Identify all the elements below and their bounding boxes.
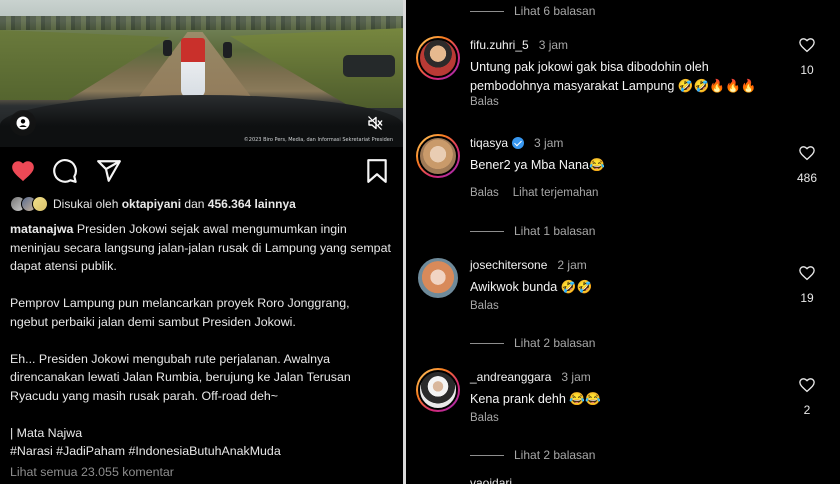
caption-line: ngebut perbaiki jalan demi sambut Presid…	[10, 314, 296, 329]
view-replies-label: Lihat 2 balasan	[514, 336, 596, 350]
liker-username[interactable]: oktapiyani	[122, 197, 181, 211]
motorbike	[163, 40, 172, 56]
comment-item: fifu.zuhri_5 3 jam Untung pak jokowi gak…	[416, 36, 836, 126]
avatar[interactable]	[416, 36, 460, 80]
comments-panel: Lihat 6 balasan fifu.zuhri_5 3 jam Untun…	[406, 0, 840, 484]
heart-outline-icon[interactable]	[798, 376, 816, 394]
view-replies-label: Lihat 1 balasan	[514, 224, 596, 238]
heart-filled-icon[interactable]	[10, 158, 36, 184]
likes-summary[interactable]: Disukai oleh oktapiyani dan 456.364 lain…	[10, 196, 296, 212]
likes-mid: dan	[184, 197, 205, 211]
liker-avatars	[10, 196, 48, 212]
caption-line: Pemprov Lampung pun melancarkan proyek R…	[10, 296, 350, 310]
comment-username[interactable]: tiqasya	[470, 136, 508, 150]
view-replies-label: Lihat 2 balasan	[514, 448, 596, 462]
comment-text: Kena prank dehh 😂😂	[470, 392, 601, 406]
comment-text: Awikwok bunda 🤣🤣	[470, 280, 593, 294]
comment-like: 10	[792, 36, 822, 77]
parked-car	[343, 55, 395, 77]
likes-prefix: Disukai oleh	[53, 197, 119, 211]
comment-username[interactable]: josechitersone	[470, 258, 547, 272]
replies-divider	[470, 230, 504, 232]
replies-divider	[470, 10, 504, 12]
car-flag	[181, 38, 205, 98]
user-tag-icon	[16, 116, 30, 130]
reply-button[interactable]: Balas	[470, 300, 499, 312]
comment-text: Untung pak jokowi gak bisa dibodohin ole…	[470, 60, 757, 93]
reply-button[interactable]: Balas	[470, 187, 499, 199]
heart-outline-icon[interactable]	[798, 264, 816, 282]
view-replies-link[interactable]: Lihat 2 balasan	[470, 448, 595, 462]
caption-line: Presiden Jokowi sejak awal mengumumkan i…	[76, 222, 347, 236]
comment-bubble-icon[interactable]	[52, 158, 78, 184]
comment-like: 19	[792, 264, 822, 305]
heart-outline-icon[interactable]	[798, 144, 816, 162]
likes-count[interactable]: 456.364 lainnya	[208, 197, 296, 211]
post-caption: matanajwa Presiden Jokowi sejak awal men…	[10, 220, 395, 461]
comment-username[interactable]: fifu.zuhri_5	[470, 38, 529, 52]
video-copyright: ©2023 Biro Pers, Media, dan Informasi Se…	[243, 137, 393, 143]
comment-username[interactable]: _andreanggara	[470, 370, 551, 384]
replies-divider	[470, 342, 504, 344]
paper-plane-icon[interactable]	[96, 158, 122, 184]
comment-time: 3 jam	[561, 370, 591, 384]
replies-divider	[470, 454, 504, 456]
caption-line: dapat atensi publik.	[10, 259, 117, 273]
verified-badge-icon	[512, 137, 525, 149]
see-translation-button[interactable]: Lihat terjemahan	[513, 187, 599, 199]
caption-line: direncanakan lewati Jalan Rumbia, beruju…	[10, 370, 351, 384]
caption-username[interactable]: matanajwa	[10, 222, 73, 236]
comment-username-partial[interactable]: vaoidari	[470, 476, 512, 484]
comment-item: tiqasya 3 jam Bener2 ya Mba Nana😂 Balas …	[416, 134, 836, 224]
like-count: 486	[796, 171, 818, 185]
motorbike	[223, 42, 232, 58]
tagged-users-button[interactable]	[10, 110, 36, 136]
avatar	[32, 196, 48, 212]
comment-time: 3 jam	[534, 136, 564, 150]
comment-item: josechitersone 2 jam Awikwok bunda 🤣🤣 Ba…	[416, 256, 836, 346]
mute-toggle-button[interactable]	[362, 110, 388, 136]
comment-like: 2	[792, 376, 822, 417]
view-replies-link[interactable]: Lihat 1 balasan	[470, 224, 595, 238]
view-replies-label: Lihat 6 balasan	[514, 4, 596, 18]
like-count: 10	[800, 63, 814, 77]
view-replies-link[interactable]: Lihat 2 balasan	[470, 336, 595, 350]
caption-line: | Mata Najwa	[10, 425, 83, 440]
avatar[interactable]	[416, 256, 460, 300]
caption-hashtags[interactable]: #Narasi #JadiPaham #IndonesiaButuhAnakMu…	[10, 442, 395, 461]
post-actions-bar	[10, 158, 390, 186]
reply-button[interactable]: Balas	[470, 96, 499, 108]
like-count: 19	[800, 291, 814, 305]
view-all-comments-link[interactable]: Lihat semua 23.055 komentar	[10, 465, 174, 479]
comment-time: 3 jam	[538, 38, 569, 52]
view-replies-link[interactable]: Lihat 6 balasan	[470, 4, 595, 18]
speaker-muted-icon	[368, 116, 383, 130]
post-panel: ©2023 Biro Pers, Media, dan Informasi Se…	[0, 0, 403, 484]
comment-time: 2 jam	[557, 258, 587, 272]
comment-like: 486	[792, 144, 822, 185]
heart-outline-icon[interactable]	[798, 36, 816, 54]
caption-line: meninjau secara langsung jalan-jalan rus…	[10, 240, 391, 255]
post-video[interactable]: ©2023 Biro Pers, Media, dan Informasi Se…	[0, 0, 403, 147]
comment-text: Bener2 ya Mba Nana😂	[470, 158, 605, 172]
bookmark-icon[interactable]	[366, 158, 388, 184]
tree-line	[0, 16, 403, 30]
caption-line: Ryacudu yang masih rusak parah. Off-road…	[10, 388, 279, 403]
like-count: 2	[803, 403, 811, 417]
avatar[interactable]	[416, 134, 460, 178]
avatar[interactable]	[416, 368, 460, 412]
reply-button[interactable]: Balas	[470, 412, 499, 424]
caption-line: Eh... Presiden Jokowi mengubah rute perj…	[10, 351, 331, 366]
comment-item: _andreanggara 3 jam Kena prank dehh 😂😂 B…	[416, 368, 836, 458]
